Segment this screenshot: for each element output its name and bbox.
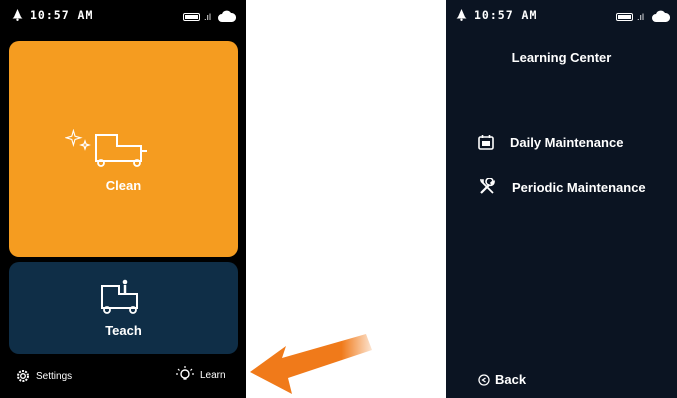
battery-icon (183, 13, 200, 21)
back-label: Back (495, 372, 527, 387)
signal-icon: .ıl (637, 12, 645, 22)
tools-icon (480, 178, 495, 194)
settings-button[interactable]: Settings (16, 369, 72, 383)
cloud-icon (652, 10, 670, 22)
calendar-icon (478, 135, 494, 150)
learning-center-screen: 10:57 AM .ıl Learning Center Daily Maint… (446, 0, 677, 398)
gear-icon (17, 370, 29, 382)
clean-button[interactable]: Clean (9, 41, 238, 257)
bell-icon (12, 9, 23, 21)
bell-icon (456, 9, 467, 21)
arrow-pointer-icon (250, 334, 372, 394)
settings-label: Settings (36, 370, 73, 382)
back-arrow-icon (478, 373, 490, 386)
teach-label: Teach (105, 323, 142, 338)
teach-robot-icon (101, 279, 138, 314)
status-time: 10:57 AM (30, 8, 94, 22)
home-screen: 10:57 AM .ıl Clean Teach Settings Learn (0, 0, 246, 398)
periodic-maintenance-item[interactable]: Periodic Maintenance (478, 178, 646, 196)
status-bar: 10:57 AM .ıl (446, 0, 677, 32)
back-button[interactable]: Back (478, 372, 526, 387)
learn-label: Learn (200, 369, 226, 381)
cloud-icon (218, 10, 236, 22)
lightbulb-icon (176, 366, 194, 380)
signal-icon: .ıl (204, 12, 212, 22)
periodic-maintenance-label: Periodic Maintenance (512, 179, 646, 195)
learn-button[interactable]: Learn (176, 366, 226, 384)
status-time: 10:57 AM (474, 8, 538, 22)
daily-maintenance-label: Daily Maintenance (510, 134, 624, 150)
daily-maintenance-item[interactable]: Daily Maintenance (478, 134, 623, 150)
teach-button[interactable]: Teach (9, 262, 238, 354)
status-bar: 10:57 AM .ıl (0, 0, 246, 32)
battery-icon (616, 13, 633, 21)
clean-label: Clean (105, 178, 142, 193)
page-title: Learning Center (511, 50, 612, 65)
sparkle-cleaning-icon (65, 129, 147, 167)
